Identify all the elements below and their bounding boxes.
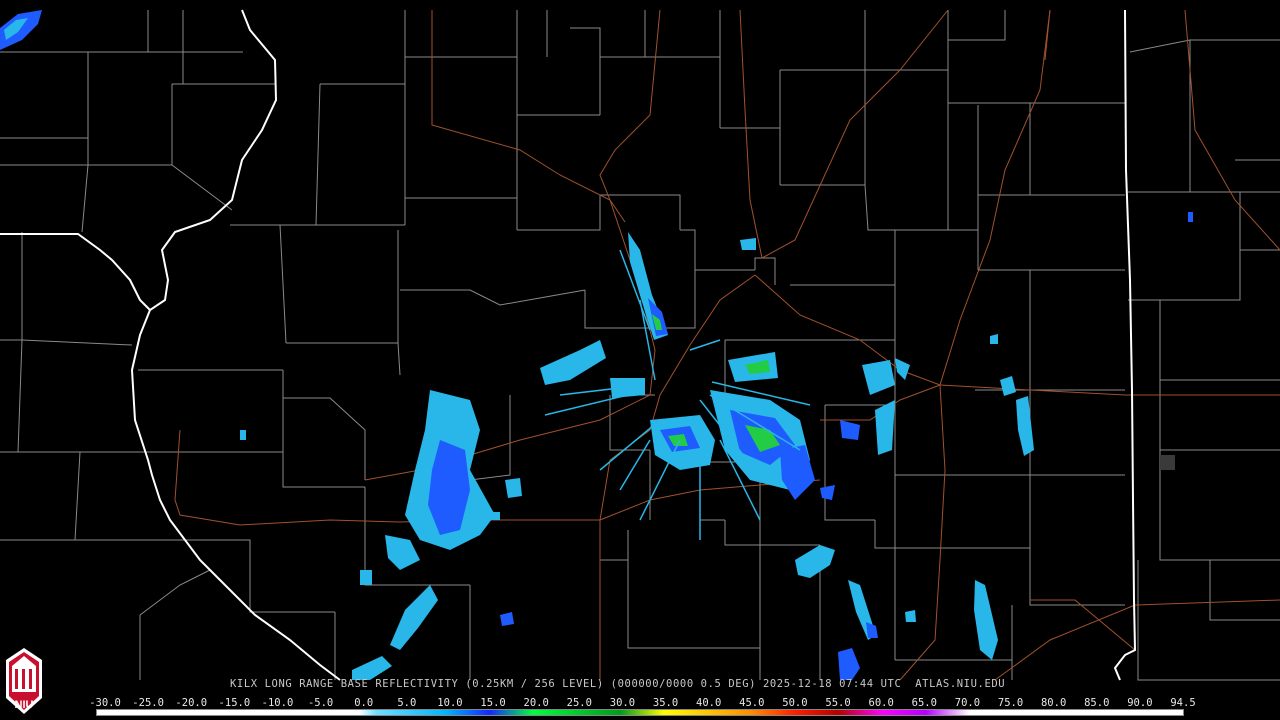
- reflectivity-colorbar: [96, 709, 1184, 716]
- colorbar-tick-label: -25.0: [132, 697, 164, 709]
- colorbar-tick-label: 90.0: [1127, 697, 1153, 709]
- colorbar-tick-label: 40.0: [696, 697, 722, 709]
- radar-map: [0, 0, 1280, 720]
- product-caption: KILX LONG RANGE BASE REFLECTIVITY (0.25K…: [230, 678, 1006, 690]
- colorbar-tick-label: -20.0: [175, 697, 208, 709]
- colorbar-tick-label: 80.0: [1040, 697, 1067, 709]
- colorbar-tick-label: 25.0: [566, 697, 592, 709]
- colorbar-tick-label: -15.0: [218, 697, 251, 709]
- colorbar-tick-label: 30.0: [609, 697, 636, 709]
- niu-logo: NIU: [6, 648, 42, 714]
- colorbar-tick-label: 94.5: [1170, 697, 1196, 709]
- colorbar-tick-label: 50.0: [782, 697, 808, 709]
- colorbar-tick-label: 55.0: [825, 697, 851, 709]
- svg-text:NIU: NIU: [15, 699, 34, 711]
- colorbar-tick-label: -30.0: [89, 697, 121, 709]
- colorbar-labels: -30.0 -25.0 -20.0 -15.0 -10.0 -5.0 0.0 5.0 10.0 1…: [89, 697, 1196, 709]
- colorbar-tick-label: 15.0: [480, 697, 506, 709]
- colorbar-tick-label: 10.0: [437, 697, 463, 709]
- colorbar-tick-label: 85.0: [1084, 697, 1110, 709]
- colorbar-tick-label: 65.0: [911, 697, 937, 709]
- colorbar-tick-label: 75.0: [997, 697, 1024, 709]
- colorbar-tick-label: 20.0: [523, 697, 549, 709]
- colorbar-tick-label: 5.0: [397, 697, 417, 709]
- colorbar-tick-label: -5.0: [307, 697, 334, 709]
- colorbar-tick-label: 70.0: [954, 697, 981, 709]
- colorbar-tick-label: -10.0: [261, 697, 294, 709]
- colorbar-tick-label: 60.0: [868, 697, 894, 709]
- colorbar-tick-label: 0.0: [354, 697, 374, 709]
- colorbar-tick-label: 45.0: [739, 697, 765, 709]
- colorbar-tick-label: 35.0: [652, 697, 679, 709]
